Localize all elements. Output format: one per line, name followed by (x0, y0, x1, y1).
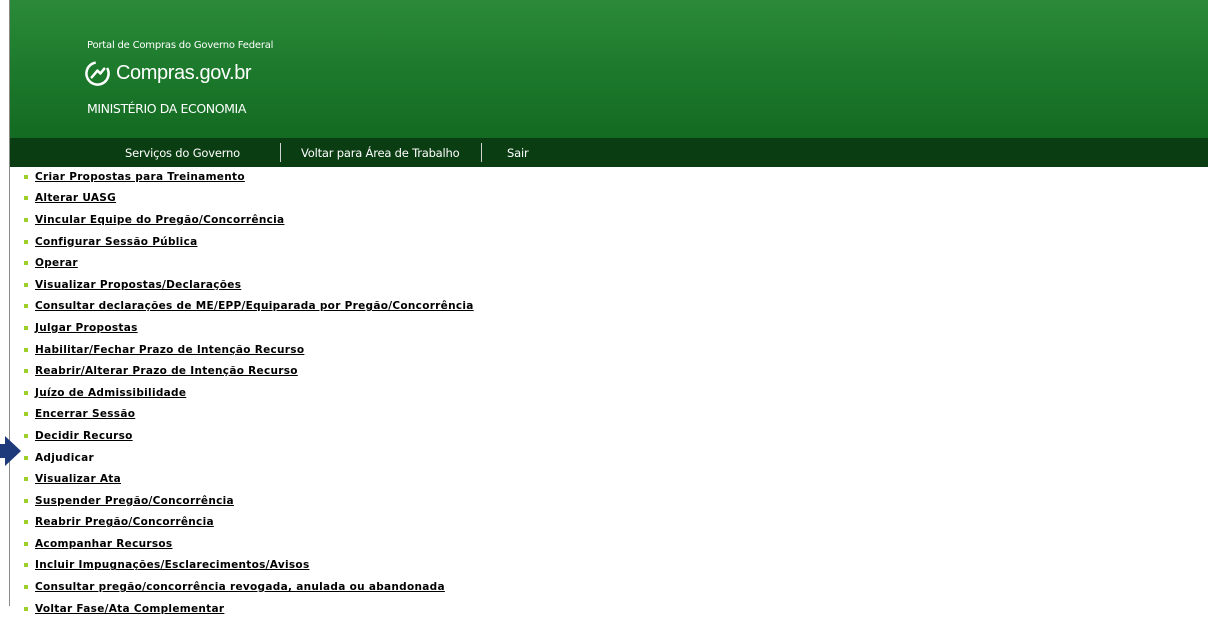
nav-sair[interactable]: Sair (507, 138, 529, 167)
menu-item: Decidir Recurso (24, 425, 474, 447)
bullet-icon (24, 196, 28, 201)
bullet-icon (24, 433, 28, 438)
bullet-icon (24, 325, 28, 330)
menu-item: Reabrir Pregão/Concorrência (24, 512, 474, 534)
menu-link-suspender-pregao[interactable]: Suspender Pregão/Concorrência (35, 495, 234, 507)
compras-logo-icon (85, 60, 110, 86)
menu-link-consultar-declaracoes[interactable]: Consultar declarações de ME/EPP/Equipara… (35, 300, 474, 312)
menu-item: Incluir Impugnações/Esclarecimentos/Avis… (24, 555, 474, 577)
menu-item: Julgar Propostas (24, 317, 474, 339)
bullet-icon (24, 239, 28, 244)
menu-item: Juízo de Admissibilidade (24, 382, 474, 404)
menu-item-current: Adjudicar (24, 447, 474, 469)
bullet-icon (24, 347, 28, 352)
menu-link-consultar-pregao-revogada[interactable]: Consultar pregão/concorrência revogada, … (35, 581, 445, 593)
menu-item: Visualizar Propostas/Declarações (24, 274, 474, 296)
ministry-name: MINISTÉRIO DA ECONOMIA (87, 101, 246, 116)
menu-item: Visualizar Ata (24, 468, 474, 490)
menu-link-voltar-fase[interactable]: Voltar Fase/Ata Complementar (35, 603, 224, 615)
menu-link-decidir-recurso[interactable]: Decidir Recurso (35, 430, 133, 442)
menu-link-reabrir-prazo[interactable]: Reabrir/Alterar Prazo de Intenção Recurs… (35, 365, 298, 377)
top-navbar: Serviços do Governo Voltar para Área de … (10, 138, 1208, 167)
menu-item: Alterar UASG (24, 188, 474, 210)
nav-separator (280, 143, 281, 162)
menu-link-alterar-uasg[interactable]: Alterar UASG (35, 192, 116, 204)
bullet-icon (24, 455, 28, 460)
menu-link-adjudicar[interactable]: Adjudicar (35, 452, 94, 464)
bullet-icon (24, 585, 28, 590)
bullet-icon (24, 261, 28, 266)
menu-link-juizo-admissibilidade[interactable]: Juízo de Admissibilidade (35, 387, 186, 399)
bullet-icon (24, 282, 28, 287)
bullet-icon (24, 606, 28, 611)
bullet-icon (24, 217, 28, 222)
menu-link-configurar-sessao[interactable]: Configurar Sessão Pública (35, 236, 197, 248)
bullet-icon (24, 369, 28, 374)
portal-title: Portal de Compras do Governo Federal (87, 40, 274, 51)
bullet-icon (24, 541, 28, 546)
bullet-icon (24, 477, 28, 482)
menu-item: Reabrir/Alterar Prazo de Intenção Recurs… (24, 360, 474, 382)
menu-link-reabrir-pregao[interactable]: Reabrir Pregão/Concorrência (35, 516, 214, 528)
menu-link-criar-propostas[interactable]: Criar Propostas para Treinamento (35, 171, 245, 183)
menu-link-julgar-propostas[interactable]: Julgar Propostas (35, 322, 138, 334)
menu-item: Acompanhar Recursos (24, 533, 474, 555)
operations-menu: Criar Propostas para Treinamento Alterar… (24, 166, 474, 619)
menu-item: Operar (24, 252, 474, 274)
bullet-icon (24, 174, 28, 179)
bullet-icon (24, 498, 28, 503)
menu-link-incluir-impugnacoes[interactable]: Incluir Impugnações/Esclarecimentos/Avis… (35, 559, 310, 571)
menu-link-habilitar-prazo[interactable]: Habilitar/Fechar Prazo de Intenção Recur… (35, 344, 304, 356)
compras-logo[interactable]: Compras.gov.br (84, 58, 252, 88)
menu-item: Vincular Equipe do Pregão/Concorrência (24, 209, 474, 231)
menu-link-acompanhar-recursos[interactable]: Acompanhar Recursos (35, 538, 172, 550)
menu-item: Voltar Fase/Ata Complementar (24, 598, 474, 619)
menu-link-operar[interactable]: Operar (35, 257, 78, 269)
bullet-icon (24, 304, 28, 309)
menu-item: Consultar pregão/concorrência revogada, … (24, 576, 474, 598)
bullet-icon (24, 563, 28, 568)
menu-link-visualizar-propostas[interactable]: Visualizar Propostas/Declarações (35, 279, 241, 291)
menu-link-visualizar-ata[interactable]: Visualizar Ata (35, 473, 121, 485)
nav-voltar-area-trabalho[interactable]: Voltar para Área de Trabalho (301, 138, 460, 167)
bullet-icon (24, 412, 28, 417)
menu-link-encerrar-sessao[interactable]: Encerrar Sessão (35, 408, 135, 420)
menu-item: Consultar declarações de ME/EPP/Equipara… (24, 296, 474, 318)
nav-separator (481, 143, 482, 162)
menu-item: Criar Propostas para Treinamento (24, 166, 474, 188)
menu-item: Habilitar/Fechar Prazo de Intenção Recur… (24, 339, 474, 361)
bullet-icon (24, 520, 28, 525)
nav-servicos-governo[interactable]: Serviços do Governo (125, 138, 240, 167)
logo-text: Compras.gov.br (116, 61, 252, 84)
menu-link-vincular-equipe[interactable]: Vincular Equipe do Pregão/Concorrência (35, 214, 284, 226)
menu-item: Suspender Pregão/Concorrência (24, 490, 474, 512)
site-header: Portal de Compras do Governo Federal Com… (10, 0, 1208, 138)
menu-item: Configurar Sessão Pública (24, 231, 474, 253)
bullet-icon (24, 390, 28, 395)
arrow-right-icon (0, 436, 21, 466)
menu-item: Encerrar Sessão (24, 404, 474, 426)
